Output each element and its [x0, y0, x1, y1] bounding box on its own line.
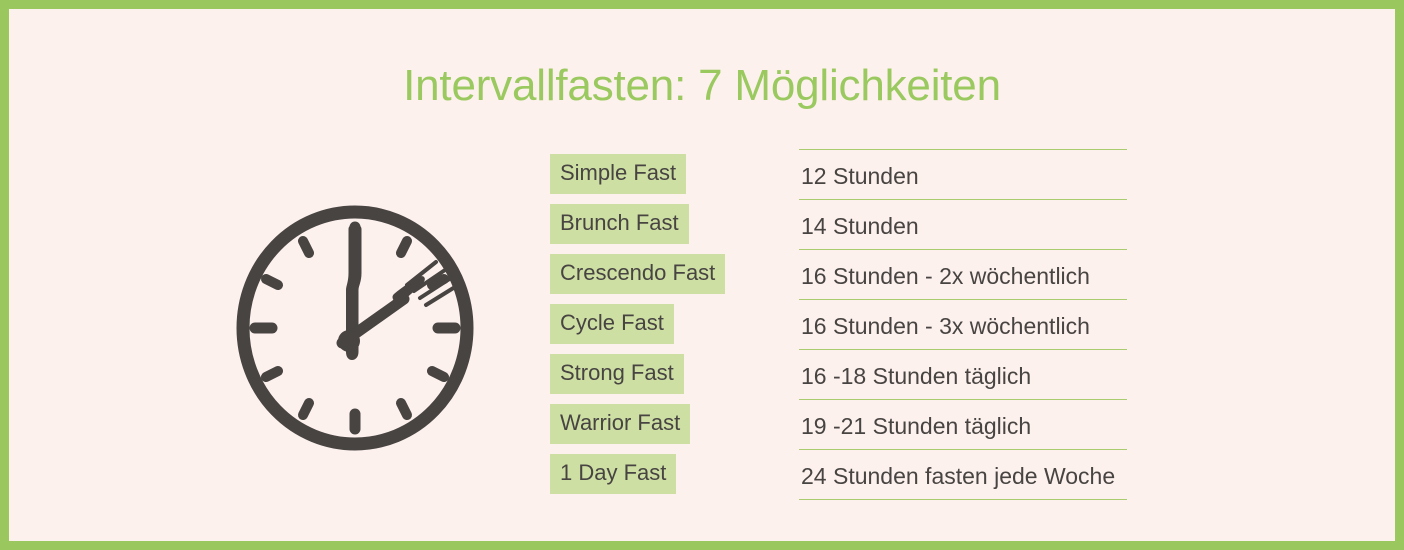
- method-label-cell: Brunch Fast: [550, 199, 689, 249]
- table-bottom-rule: [799, 499, 1127, 500]
- clock-icon: [236, 205, 474, 451]
- method-value-cell: 16 -18 Stunden täglich: [799, 349, 1127, 400]
- table-row: Crescendo Fast 16 Stunden - 2x wöchentli…: [550, 249, 1140, 299]
- infographic-poster: Intervallfasten: 7 Möglichkeiten Simple …: [0, 0, 1404, 550]
- method-value: 16 -18 Stunden täglich: [801, 362, 1032, 389]
- fasting-methods-table: Simple Fast 12 Stunden Brunch Fast 14 St…: [550, 149, 1140, 500]
- method-label-cell: Simple Fast: [550, 149, 687, 199]
- method-label: 1 Day Fast: [550, 454, 677, 494]
- table-row: Strong Fast 16 -18 Stunden täglich: [550, 349, 1140, 399]
- method-value-cell: 16 Stunden - 3x wöchentlich: [799, 299, 1127, 350]
- method-label-cell: Cycle Fast: [550, 299, 674, 349]
- table-row: Simple Fast 12 Stunden: [550, 149, 1140, 199]
- method-value-cell: 16 Stunden - 2x wöchentlich: [799, 249, 1127, 300]
- method-label: Cycle Fast: [550, 304, 674, 344]
- method-label-cell: 1 Day Fast: [550, 449, 677, 499]
- table-row: Cycle Fast 16 Stunden - 3x wöchentlich: [550, 299, 1140, 349]
- method-value: 14 Stunden: [801, 212, 919, 239]
- method-value: 16 Stunden - 3x wöchentlich: [801, 312, 1090, 339]
- table-row: 1 Day Fast 24 Stunden fasten jede Woche: [550, 449, 1140, 499]
- method-label-cell: Strong Fast: [550, 349, 684, 399]
- method-value: 12 Stunden: [801, 162, 919, 189]
- method-label: Crescendo Fast: [550, 254, 726, 294]
- clock-illustration: [222, 195, 488, 461]
- table-row: Warrior Fast 19 -21 Stunden täglich: [550, 399, 1140, 449]
- table-row: Brunch Fast 14 Stunden: [550, 199, 1140, 249]
- method-value-cell: 24 Stunden fasten jede Woche: [799, 449, 1127, 500]
- page-title: Intervallfasten: 7 Möglichkeiten: [403, 61, 1001, 110]
- method-value-cell: 12 Stunden: [799, 149, 1127, 200]
- method-label: Simple Fast: [550, 154, 687, 194]
- method-label: Warrior Fast: [550, 404, 691, 444]
- method-value-cell: 14 Stunden: [799, 199, 1127, 250]
- method-value: 16 Stunden - 2x wöchentlich: [801, 262, 1090, 289]
- clock-center: [338, 330, 360, 352]
- method-value-cell: 19 -21 Stunden täglich: [799, 399, 1127, 450]
- method-value: 19 -21 Stunden täglich: [801, 412, 1032, 439]
- method-value: 24 Stunden fasten jede Woche: [801, 462, 1116, 489]
- method-label-cell: Warrior Fast: [550, 399, 691, 449]
- method-label: Brunch Fast: [550, 204, 689, 244]
- method-label: Strong Fast: [550, 354, 684, 394]
- method-label-cell: Crescendo Fast: [550, 249, 726, 299]
